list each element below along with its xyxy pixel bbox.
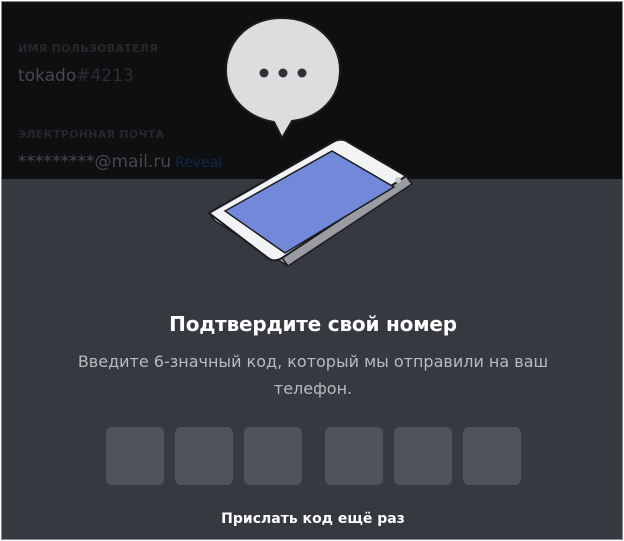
speech-bubble-icon [224, 16, 342, 141]
code-digit-6[interactable] [463, 427, 521, 485]
code-digit-1[interactable] [106, 427, 164, 485]
code-digit-5[interactable] [394, 427, 452, 485]
code-digit-4[interactable] [325, 427, 383, 485]
resend-code-link[interactable]: Прислать код ещё раз [2, 511, 622, 527]
code-digit-3[interactable] [244, 427, 302, 485]
verify-phone-dialog: ИМЯ ПОЛЬЗОВАТЕЛЯ tokado#4213 ЭЛЕКТРОННАЯ… [1, 1, 623, 540]
verification-code-inputs [2, 427, 622, 487]
dialog-title: Подтвердите свой номер [169, 312, 457, 336]
dialog-subtitle: Введите 6-значный код, который мы отправ… [77, 352, 549, 398]
code-digit-2[interactable] [175, 427, 233, 485]
phone-illustration [207, 138, 414, 268]
phone-verification-illustration [207, 16, 414, 268]
